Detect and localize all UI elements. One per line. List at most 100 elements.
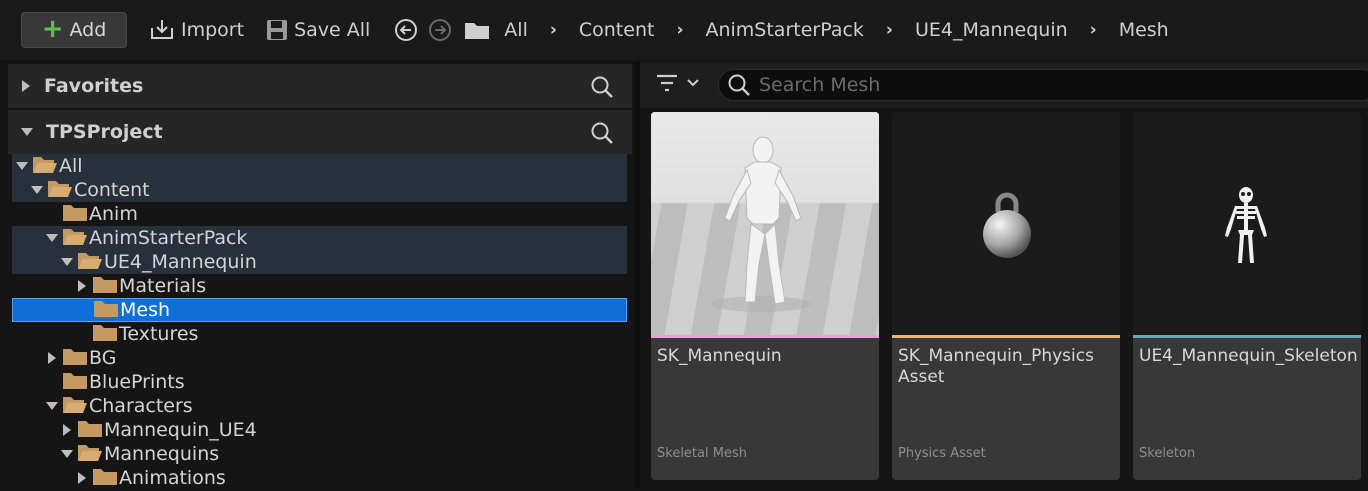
arrow-left-circle-icon [395, 19, 418, 41]
save-all-button[interactable]: Save All [266, 19, 370, 41]
sources-panel: Favorites TPSProject All Content Anim AnimS… [8, 62, 632, 490]
breadcrumb: All › Content › AnimStarterPack › UE4_Ma… [490, 19, 1168, 41]
asset-type: Skeletal Mesh [657, 446, 747, 461]
search-icon [728, 74, 750, 96]
save-all-label: Save All [294, 19, 371, 41]
tree-item-label: Anim [89, 203, 138, 225]
project-label: TPSProject [46, 121, 163, 143]
breadcrumb-item-ue4-mannequin[interactable]: UE4_Mannequin [915, 19, 1068, 41]
chevron-right-icon[interactable]: › [1090, 20, 1097, 40]
asset-type: Physics Asset [898, 446, 986, 461]
add-button[interactable]: + Add [21, 12, 127, 48]
breadcrumb-folder-button[interactable] [464, 20, 490, 40]
tree-item-label: BG [89, 347, 117, 369]
tree-item-label: Textures [119, 323, 199, 345]
tree-item[interactable]: Animations [12, 466, 627, 490]
chevron-right-icon[interactable]: › [886, 20, 893, 40]
tree-item-label: Materials [119, 275, 207, 297]
asset-thumbnail [892, 112, 1120, 336]
tree-item[interactable]: BluePrints [12, 370, 627, 394]
caret-down-icon[interactable] [44, 398, 60, 414]
tree-item-label: Animations [119, 467, 226, 489]
tree-item[interactable]: Mannequin_UE4 [12, 418, 627, 442]
mannequin-preview [651, 112, 879, 336]
filter-button[interactable] [656, 74, 700, 92]
tree-item[interactable]: Mesh [12, 298, 627, 322]
asset-info: SK_Mannequin_Physics Asset Physics Asset [892, 338, 1120, 480]
tree-item[interactable]: All [12, 154, 627, 178]
caret-down-icon[interactable] [29, 182, 45, 198]
asset-tile[interactable]: SK_Mannequin Skeletal Mesh [651, 112, 879, 480]
import-button[interactable]: Import [149, 18, 244, 42]
asset-view: SK_Mannequin Skeletal Mesh SK_Mannequin_… [640, 62, 1368, 488]
caret-down-icon[interactable] [14, 158, 30, 174]
tree-item[interactable]: Materials [12, 274, 627, 298]
history-back-button[interactable] [394, 18, 418, 42]
tree-item-label: UE4_Mannequin [104, 251, 257, 273]
import-icon [151, 20, 173, 39]
folder-open-icon [77, 250, 103, 275]
asset-info: UE4_Mannequin_Skeleton Skeleton [1133, 338, 1361, 480]
asset-name: SK_Mannequin_Physics Asset [898, 346, 1094, 387]
caret-right-icon[interactable] [44, 350, 60, 366]
tree-item[interactable]: BG [12, 346, 627, 370]
asset-search-box[interactable] [718, 69, 1368, 101]
caret-right-icon[interactable] [20, 79, 32, 93]
caret-down-icon[interactable] [59, 254, 75, 270]
caret-down-icon[interactable] [59, 446, 75, 462]
tree-item[interactable]: Mannequins [12, 442, 627, 466]
breadcrumb-item-animstarterpack[interactable]: AnimStarterPack [705, 19, 863, 41]
tree-item[interactable]: Anim [12, 202, 627, 226]
project-header[interactable]: TPSProject [8, 110, 632, 154]
tree-item-label: Content [74, 179, 150, 201]
caret-down-icon[interactable] [44, 230, 60, 246]
folder-open-icon [47, 178, 73, 203]
caret-right-icon[interactable] [74, 278, 90, 294]
tree-item[interactable]: Textures [12, 322, 627, 346]
folder-open-icon [62, 226, 88, 251]
tree-item[interactable]: AnimStarterPack [12, 226, 627, 250]
folder-icon [92, 466, 118, 491]
caret-down-icon[interactable] [20, 126, 34, 138]
breadcrumb-item-content[interactable]: Content [579, 19, 655, 41]
filter-bar [640, 62, 1368, 108]
history-forward-button[interactable] [428, 18, 452, 42]
breadcrumb-item-all[interactable]: All [504, 19, 528, 41]
breadcrumb-item-mesh[interactable]: Mesh [1119, 19, 1169, 41]
folder-open-icon [32, 154, 58, 179]
asset-type: Skeleton [1139, 446, 1196, 461]
search-icon[interactable] [590, 75, 614, 99]
folder-icon [62, 346, 88, 371]
folder-open-icon [62, 394, 88, 419]
add-button-label: Add [69, 19, 107, 41]
save-icon [267, 20, 288, 40]
tree-item-label: AnimStarterPack [89, 227, 248, 249]
filter-icon [657, 74, 677, 92]
caret-right-icon[interactable] [59, 422, 75, 438]
chevron-right-icon[interactable]: › [676, 20, 683, 40]
tree-item[interactable]: Characters [12, 394, 627, 418]
folder-icon [62, 202, 88, 227]
favorites-header[interactable]: Favorites [8, 64, 632, 108]
tree-item[interactable]: Content [12, 178, 627, 202]
arrow-right-circle-icon [429, 19, 452, 41]
folder-icon [92, 274, 118, 299]
asset-info: SK_Mannequin Skeletal Mesh [651, 338, 879, 480]
search-input[interactable] [759, 74, 1339, 96]
asset-tile[interactable]: UE4_Mannequin_Skeleton Skeleton [1133, 112, 1361, 480]
asset-name: SK_Mannequin [657, 346, 782, 366]
chevron-right-icon[interactable]: › [550, 20, 557, 40]
asset-name: UE4_Mannequin_Skeleton [1139, 346, 1358, 366]
asset-tile[interactable]: SK_Mannequin_Physics Asset Physics Asset [892, 112, 1120, 480]
tree-item-label: Mannequins [104, 443, 220, 465]
tree-item-label: Mannequin_UE4 [104, 419, 257, 441]
folder-icon [465, 23, 490, 39]
caret-right-icon[interactable] [74, 470, 90, 486]
import-button-label: Import [181, 19, 245, 41]
search-icon[interactable] [590, 121, 614, 145]
tree-item[interactable]: UE4_Mannequin [12, 250, 627, 274]
